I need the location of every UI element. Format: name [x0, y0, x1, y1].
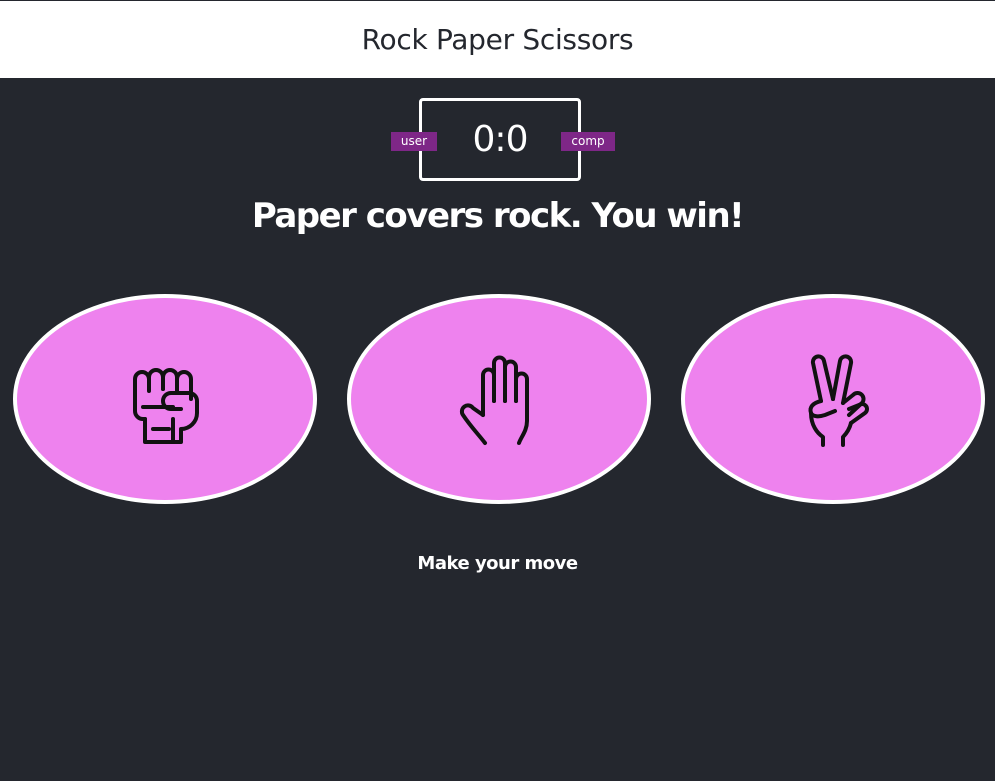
open-hand-icon	[459, 355, 529, 445]
peace-hand-icon	[808, 354, 869, 447]
fist-icon	[133, 368, 199, 444]
app-header: Rock Paper Scissors	[0, 1, 995, 78]
app-title: Rock Paper Scissors	[361, 23, 634, 56]
comp-badge: comp	[561, 132, 615, 151]
scissors-choice-button[interactable]	[681, 294, 985, 504]
result-message: Paper covers rock. You win!	[251, 196, 745, 236]
user-badge: user	[391, 132, 437, 151]
action-prompt: Make your move	[417, 553, 578, 574]
rock-choice-button[interactable]	[13, 294, 317, 504]
score-display: 0:0	[472, 119, 529, 160]
scoreboard: 0:0	[419, 98, 581, 181]
paper-choice-button[interactable]	[347, 294, 651, 504]
